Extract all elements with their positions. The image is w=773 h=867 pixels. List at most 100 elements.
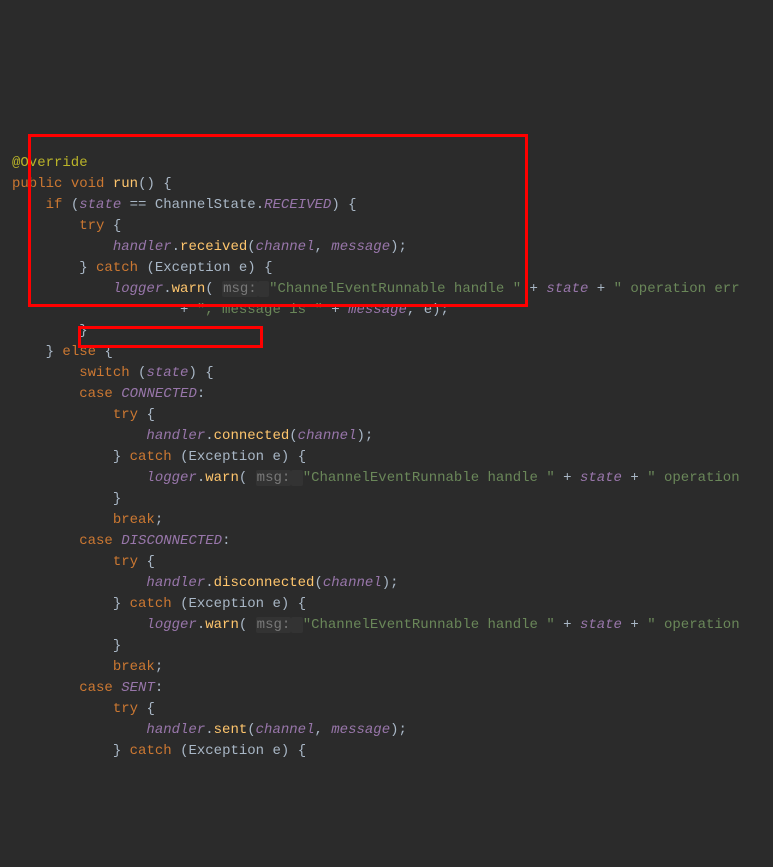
end: ); [390, 239, 407, 255]
kw-catch: catch [130, 449, 172, 465]
semi: ; [155, 659, 163, 675]
field-state: state [146, 365, 188, 381]
field-handler: handler [113, 239, 172, 255]
kw-try: try [113, 407, 138, 423]
plus: + [180, 302, 188, 318]
field-state: state [580, 617, 622, 633]
arg-message: message [331, 239, 390, 255]
plus: + [331, 302, 339, 318]
args: ( [247, 722, 255, 738]
dot: . [256, 197, 264, 213]
field-handler: handler [146, 722, 205, 738]
plus: + [530, 281, 538, 297]
brace: } [113, 491, 121, 507]
dot: . [205, 722, 213, 738]
kw-try: try [79, 218, 104, 234]
paren: ) { [188, 365, 213, 381]
plus: + [563, 470, 571, 486]
brace: } [113, 596, 130, 612]
kw-break: break [113, 659, 155, 675]
call-warn: warn [205, 617, 239, 633]
param-hint-space [291, 617, 302, 633]
enum-received: RECEIVED [264, 197, 331, 213]
param-hint-space [258, 281, 269, 297]
field-logger: logger [113, 281, 163, 297]
code-viewer[interactable]: @Override public void run() { if (state … [12, 90, 773, 762]
colon: : [222, 533, 230, 549]
paren-close: ) { [331, 197, 356, 213]
arg-channel: channel [256, 239, 315, 255]
paren: ) { [281, 449, 306, 465]
paren: ) { [281, 596, 306, 612]
enum-disconnected: DISCONNECTED [121, 533, 222, 549]
dot: . [197, 617, 205, 633]
arg-channel: channel [298, 428, 357, 444]
kw-try: try [113, 701, 138, 717]
comma: , [314, 239, 331, 255]
kw-try: try [113, 554, 138, 570]
brace: { [146, 407, 154, 423]
kw-case: case [79, 680, 113, 696]
colon: : [155, 680, 163, 696]
brace: } [46, 344, 63, 360]
type-exception: Exception [188, 743, 264, 759]
kw-case: case [79, 386, 113, 402]
colon: : [197, 386, 205, 402]
plus: + [630, 470, 638, 486]
dot: . [163, 281, 171, 297]
semi: ; [155, 512, 163, 528]
kw-catch: catch [130, 743, 172, 759]
brace: { [146, 701, 154, 717]
class-channelstate: ChannelState [155, 197, 256, 213]
str-op: " operation [647, 617, 739, 633]
brace: { [146, 554, 154, 570]
str-handle: "ChannelEventRunnable handle " [303, 617, 555, 633]
field-logger: logger [146, 470, 196, 486]
comma: , [407, 302, 424, 318]
arg-channel: channel [256, 722, 315, 738]
call-sent: sent [214, 722, 248, 738]
brace: { [104, 344, 112, 360]
args: ( [289, 428, 297, 444]
dot: . [197, 470, 205, 486]
field-state: state [580, 470, 622, 486]
brace: } [113, 638, 121, 654]
paren: ( [205, 281, 222, 297]
kw-break: break [113, 512, 155, 528]
paren: ) { [247, 260, 272, 276]
field-message: message [348, 302, 407, 318]
brace: } [113, 449, 130, 465]
var-e: e [273, 743, 281, 759]
op-eq: == [130, 197, 147, 213]
param-hint-msg: msg: [256, 617, 292, 633]
type-exception: Exception [188, 449, 264, 465]
dot: . [205, 428, 213, 444]
method-run: run [113, 176, 138, 192]
param-hint-msg: msg: [222, 281, 258, 297]
paren: ( [239, 470, 256, 486]
kw-void: void [71, 176, 105, 192]
field-handler: handler [146, 575, 205, 591]
enum-sent: SENT [121, 680, 155, 696]
args: ( [314, 575, 322, 591]
paren: ( [180, 743, 188, 759]
paren: ( [146, 260, 154, 276]
kw-else: else [62, 344, 96, 360]
arg-channel: channel [323, 575, 382, 591]
plus: + [630, 617, 638, 633]
parens: () { [138, 176, 172, 192]
field-state: state [79, 197, 121, 213]
var-e: e [273, 449, 281, 465]
kw-public: public [12, 176, 62, 192]
end: ); [356, 428, 373, 444]
brace: } [113, 743, 130, 759]
var-e: e [273, 596, 281, 612]
end: ); [382, 575, 399, 591]
type-exception: Exception [188, 596, 264, 612]
kw-catch: catch [96, 260, 138, 276]
plus: + [597, 281, 605, 297]
str-handle: "ChannelEventRunnable handle " [303, 470, 555, 486]
enum-connected: CONNECTED [121, 386, 197, 402]
str-handle: "ChannelEventRunnable handle " [269, 281, 521, 297]
param-hint-space [291, 470, 302, 486]
